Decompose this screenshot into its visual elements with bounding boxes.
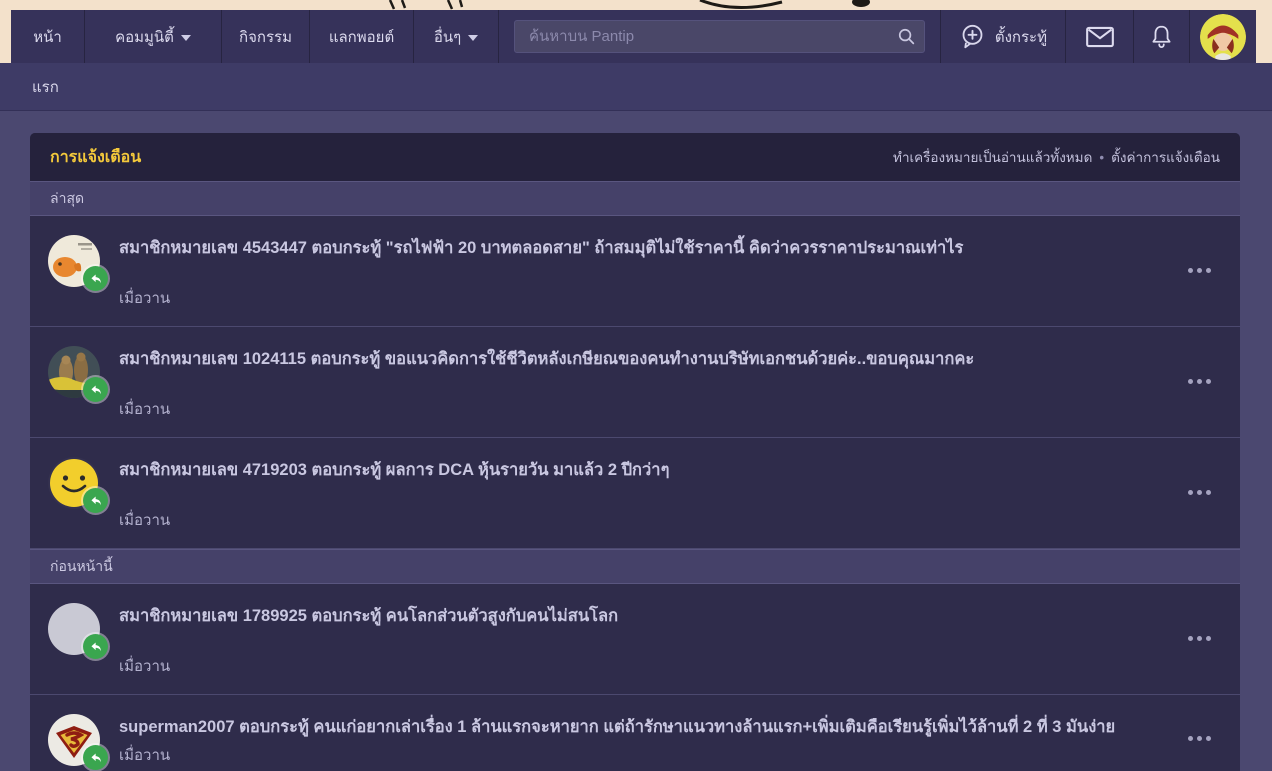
notification-body: สมาชิกหมายเลข 4543447 ตอบกระทู้ "รถไฟฟ้า… xyxy=(100,231,1176,310)
notification-body: สมาชิกหมายเลข 4719203 ตอบกระทู้ ผลการ DC… xyxy=(100,453,1176,532)
notification-row[interactable]: สมาชิกหมายเลข 1789925 ตอบกระทู้ คนโลกส่ว… xyxy=(30,584,1240,696)
search-box xyxy=(514,20,925,53)
search-button[interactable] xyxy=(897,21,916,52)
more-options-icon[interactable] xyxy=(1184,371,1215,392)
section-header-earlier: ก่อนหน้านี้ xyxy=(30,549,1240,585)
notification-row[interactable]: สมาชิกหมายเลข 4719203 ตอบกระทู้ ผลการ DC… xyxy=(30,438,1240,550)
subnav-bar: แรก xyxy=(0,63,1272,111)
nav-item-label: หน้า xyxy=(33,28,62,46)
reply-icon xyxy=(90,642,101,651)
more-col xyxy=(1176,710,1222,767)
avatar-wrap xyxy=(48,714,108,771)
notifications-panel: การแจ้งเตือน ทำเครื่องหมายเป็นอ่านแล้วทั… xyxy=(30,133,1240,771)
notification-body: สมาชิกหมายเลข 1789925 ตอบกระทู้ คนโลกส่ว… xyxy=(100,599,1176,678)
mark-all-read-link[interactable]: ทำเครื่องหมายเป็นอ่านแล้วทั้งหมด xyxy=(893,146,1092,168)
reply-badge xyxy=(83,377,108,403)
new-topic-button[interactable]: ตั้งกระทู้ xyxy=(941,10,1066,63)
nav-item-label: กิจกรรม xyxy=(239,28,292,46)
notification-body: superman2007 ตอบกระทู้ คนแก่อยากเล่าเรื่… xyxy=(100,710,1176,767)
reply-icon xyxy=(90,496,101,505)
notification-text: สมาชิกหมายเลข 4543447 ตอบกระทู้ "รถไฟฟ้า… xyxy=(119,239,964,257)
user-avatar xyxy=(1200,13,1246,60)
section-label: ก่อนหน้านี้ xyxy=(50,557,113,574)
notification-row[interactable]: สมาชิกหมายเลข 4543447 ตอบกระทู้ "รถไฟฟ้า… xyxy=(30,216,1240,328)
reply-icon xyxy=(90,385,101,394)
notification-time: เมื่อวาน xyxy=(119,747,171,765)
jessie-avatar-image xyxy=(1200,13,1246,60)
search-icon xyxy=(898,28,915,45)
nav-item-label: อื่นๆ xyxy=(433,28,462,46)
more-options-icon[interactable] xyxy=(1184,728,1215,749)
reply-badge xyxy=(83,266,108,291)
more-col xyxy=(1176,342,1222,421)
notification-text: สมาชิกหมายเลข 1789925 ตอบกระทู้ คนโลกส่ว… xyxy=(119,607,619,626)
notification-body: สมาชิกหมายเลข 1024115 ตอบกระทู้ ขอแนวคิด… xyxy=(100,342,1176,421)
reply-icon xyxy=(90,753,101,763)
mail-icon xyxy=(1085,26,1114,47)
panel-header: การแจ้งเตือน ทำเครื่องหมายเป็นอ่านแล้วทั… xyxy=(30,133,1240,181)
user-avatar-button[interactable] xyxy=(1190,10,1256,63)
notification-time: เมื่อวาน xyxy=(119,290,171,308)
notification-time: เมื่อวาน xyxy=(119,512,171,530)
nav-item-redeem-points[interactable]: แลกพอยต์ xyxy=(310,10,414,63)
reply-icon xyxy=(90,273,101,283)
link-separator: • xyxy=(1099,149,1105,165)
nav-item-community[interactable]: คอมมูนิตี้ xyxy=(85,10,222,63)
notification-time: เมื่อวาน xyxy=(119,658,171,676)
avatar-wrap xyxy=(48,235,108,291)
search-area xyxy=(499,10,941,63)
chevron-down-icon xyxy=(468,34,479,41)
new-topic-label: ตั้งกระทู้ xyxy=(994,28,1047,46)
subnav-label[interactable]: แรก xyxy=(32,75,59,99)
nav-item-label: คอมมูนิตี้ xyxy=(115,28,174,46)
notification-settings-link[interactable]: ตั้งค่าการแจ้งเตือน xyxy=(1111,146,1220,168)
more-options-icon[interactable] xyxy=(1184,628,1215,649)
more-options-icon[interactable] xyxy=(1184,482,1215,503)
avatar-wrap xyxy=(48,457,108,514)
section-header-recent: ล่าสุด xyxy=(30,181,1240,216)
messages-button[interactable] xyxy=(1066,10,1134,63)
notification-text: superman2007 ตอบกระทู้ คนแก่อยากเล่าเรื่… xyxy=(119,718,1116,737)
nav-item-activity[interactable]: กิจกรรม xyxy=(222,10,310,63)
bell-icon xyxy=(1152,25,1171,49)
avatar-wrap xyxy=(48,603,108,660)
more-col xyxy=(1176,599,1222,678)
more-col xyxy=(1176,231,1222,310)
nav-item-more[interactable]: อื่นๆ xyxy=(414,10,499,63)
notifications-button[interactable] xyxy=(1134,10,1190,63)
panel-header-links: ทำเครื่องหมายเป็นอ่านแล้วทั้งหมด • ตั้งค… xyxy=(893,146,1220,168)
section-label: ล่าสุด xyxy=(50,189,85,206)
notification-time: เมื่อวาน xyxy=(119,401,171,419)
notification-text: สมาชิกหมายเลข 1024115 ตอบกระทู้ ขอแนวคิด… xyxy=(119,350,975,369)
search-input[interactable] xyxy=(515,28,924,45)
notification-text: สมาชิกหมายเลข 4719203 ตอบกระทู้ ผลการ DC… xyxy=(119,461,670,480)
new-topic-icon xyxy=(962,24,983,49)
nav-item-label: แลกพอยต์ xyxy=(328,28,395,46)
more-options-icon[interactable] xyxy=(1184,260,1215,281)
top-navbar: หน้า คอมมูนิตี้ กิจกรรม แลกพอยต์ อื่นๆ ค… xyxy=(11,10,1256,63)
nav-item-home[interactable]: หน้า xyxy=(11,10,85,63)
notification-row[interactable]: superman2007 ตอบกระทู้ คนแก่อยากเล่าเรื่… xyxy=(30,695,1240,771)
avatar-wrap xyxy=(48,346,108,403)
chevron-down-icon xyxy=(180,34,191,41)
notification-row[interactable]: สมาชิกหมายเลข 1024115 ตอบกระทู้ ขอแนวคิด… xyxy=(30,327,1240,439)
more-col xyxy=(1176,453,1222,532)
page-title: การแจ้งเตือน xyxy=(50,148,142,166)
